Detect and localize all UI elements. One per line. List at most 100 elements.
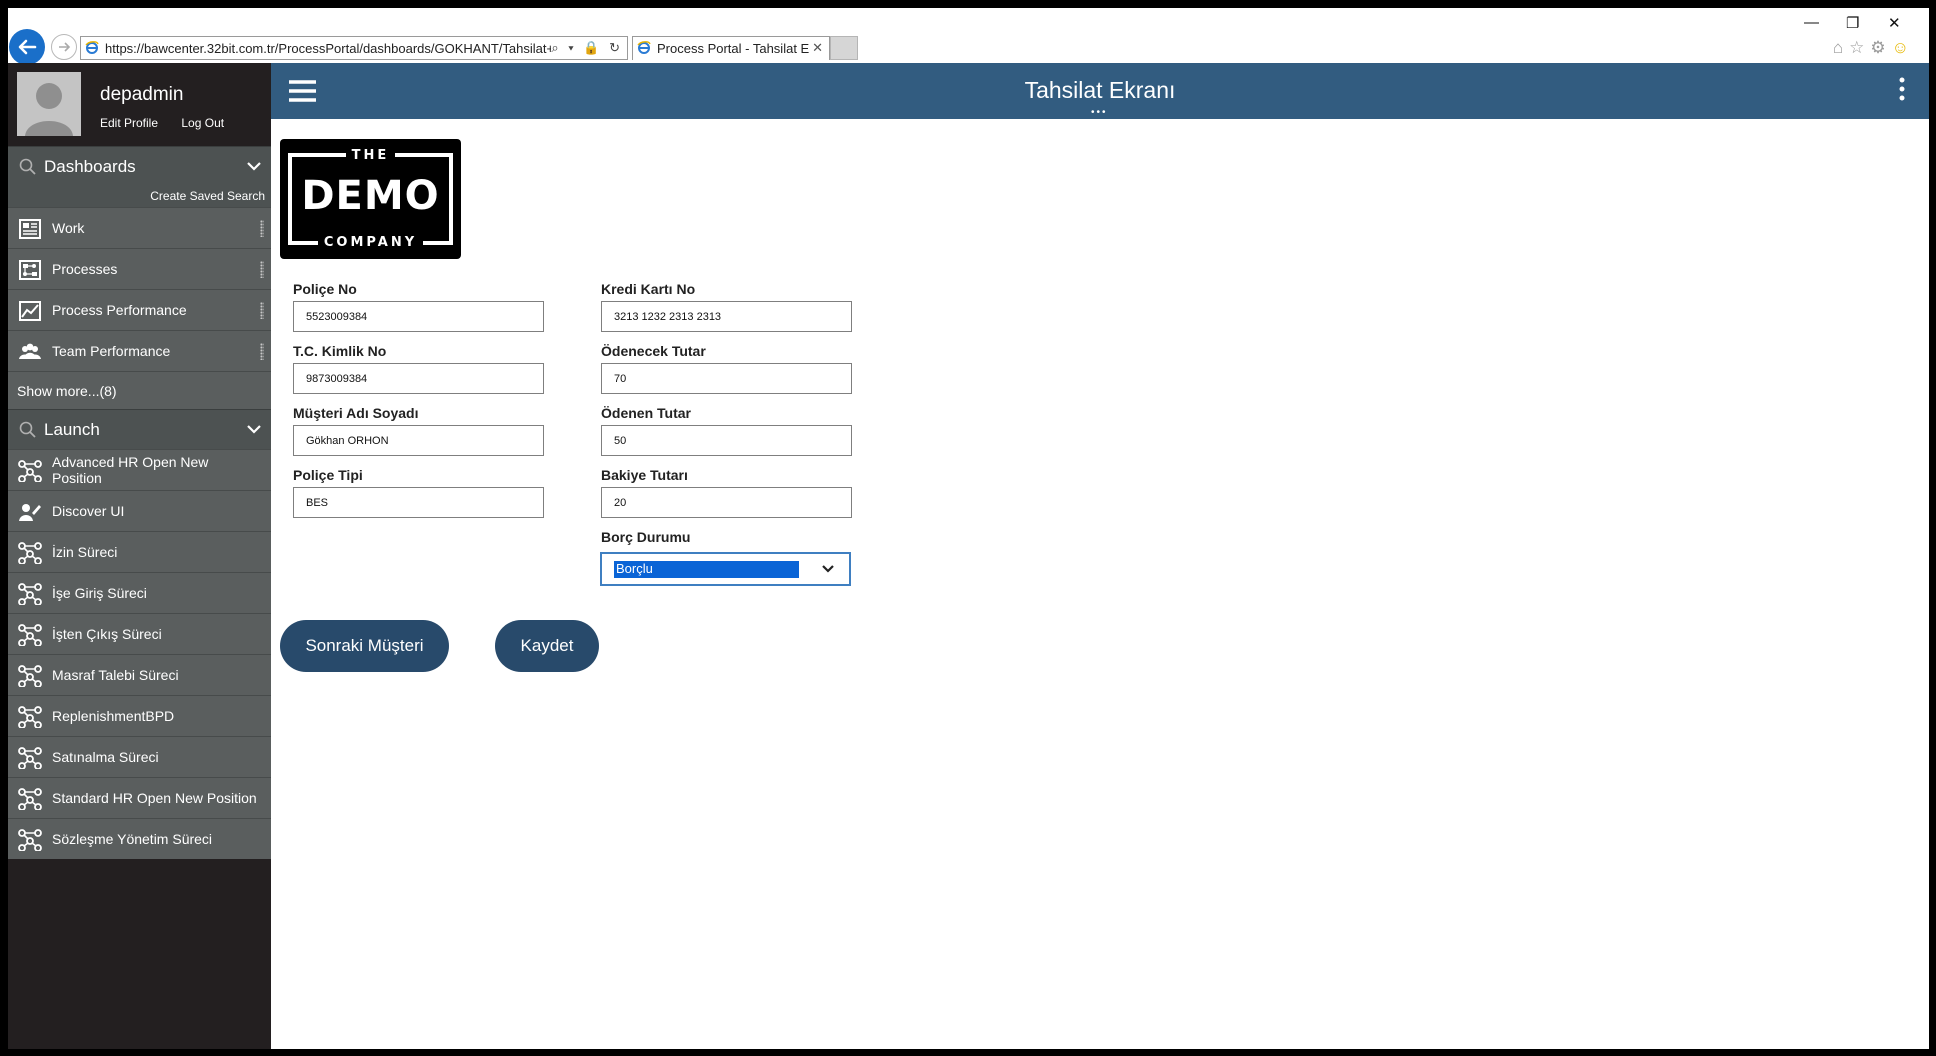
launch-item-label: Sözleşme Yönetim Süreci bbox=[52, 831, 213, 847]
process-flow-icon bbox=[18, 542, 42, 564]
police-tipi-input[interactable]: BES bbox=[293, 487, 544, 518]
odenen-tutar-input[interactable]: 50 bbox=[601, 425, 852, 456]
ie-icon bbox=[637, 41, 651, 54]
drag-handle-icon[interactable] bbox=[260, 343, 264, 360]
forward-button[interactable] bbox=[51, 34, 77, 60]
process-flow-icon bbox=[18, 583, 42, 605]
chevron-down-icon[interactable] bbox=[246, 423, 262, 435]
launch-item-isten-cikis-sureci[interactable]: İşten Çıkış Süreci bbox=[8, 613, 271, 654]
musteri-adi-input[interactable]: Gökhan ORHON bbox=[293, 425, 544, 456]
launch-item-label: Masraf Talebi Süreci bbox=[52, 667, 179, 683]
sidebar-item-process-performance[interactable]: Process Performance bbox=[8, 289, 271, 330]
sidebar-item-label: Work bbox=[52, 220, 85, 236]
process-flow-icon bbox=[18, 829, 42, 851]
police-tipi-group: Poliçe Tipi BES bbox=[293, 467, 544, 518]
launch-item-label: İşe Giriş Süreci bbox=[52, 585, 147, 601]
sidebar-item-label: Team Performance bbox=[52, 343, 171, 359]
drag-handle-icon[interactable] bbox=[260, 220, 264, 237]
launch-item-izin-sureci[interactable]: İzin Süreci bbox=[8, 531, 271, 572]
process-flow-icon bbox=[18, 706, 42, 728]
log-out-link[interactable]: Log Out bbox=[181, 116, 224, 130]
odenecek-tutar-label: Ödenecek Tutar bbox=[601, 343, 706, 359]
sidebar-item-label: Process Performance bbox=[52, 302, 187, 318]
header-ellipsis[interactable]: ••• bbox=[1091, 107, 1108, 118]
favorites-star-icon[interactable]: ☆ bbox=[1849, 38, 1870, 57]
company-logo: THE DEMO COMPANY bbox=[280, 139, 461, 259]
launch-item-sozlesme-yonetim-sureci[interactable]: Sözleşme Yönetim Süreci bbox=[8, 818, 271, 859]
restore-button[interactable]: ❐ bbox=[1846, 14, 1859, 32]
launch-item-satinalma-sureci[interactable]: Satınalma Süreci bbox=[8, 736, 271, 777]
browser-window: https://bawcenter.32bit.com.tr/ProcessPo… bbox=[8, 8, 1929, 1049]
sidebar-item-processes[interactable]: Processes bbox=[8, 248, 271, 289]
url-text: https://bawcenter.32bit.com.tr/ProcessPo… bbox=[105, 41, 551, 56]
launch-item-label: Advanced HR Open New Position bbox=[52, 454, 209, 486]
user-silhouette-icon bbox=[17, 72, 81, 136]
profile-links: Edit Profile Log Out bbox=[100, 116, 244, 130]
tc-kimlik-no-group: T.C. Kimlik No 9873009384 bbox=[293, 343, 544, 394]
logo-the-text: THE bbox=[345, 148, 396, 163]
police-no-group: Poliçe No 5523009384 bbox=[293, 281, 544, 332]
next-customer-button[interactable]: Sonraki Müşteri bbox=[280, 620, 449, 672]
sidebar: depadmin Edit Profile Log Out Dashboards… bbox=[8, 63, 271, 1049]
dashboards-header[interactable]: Dashboards bbox=[8, 146, 271, 186]
logo-company-text: COMPANY bbox=[317, 235, 424, 250]
sidebar-item-work[interactable]: Work bbox=[8, 207, 271, 248]
borc-durumu-select[interactable]: Borçlu bbox=[600, 552, 851, 586]
launch-item-label: İzin Süreci bbox=[52, 544, 118, 560]
close-tab-icon[interactable]: ✕ bbox=[812, 40, 823, 56]
police-no-input[interactable]: 5523009384 bbox=[293, 301, 544, 332]
odenecek-tutar-input[interactable]: 70 bbox=[601, 363, 852, 394]
create-saved-search-link[interactable]: Create Saved Search bbox=[8, 186, 271, 207]
page-header: Tahsilat Ekranı ••• bbox=[271, 63, 1929, 119]
home-icon[interactable]: ⌂ bbox=[1833, 38, 1849, 57]
drag-handle-icon[interactable] bbox=[260, 261, 264, 278]
launch-item-ise-giris-sureci[interactable]: İşe Giriş Süreci bbox=[8, 572, 271, 613]
tc-kimlik-no-input[interactable]: 9873009384 bbox=[293, 363, 544, 394]
process-flow-icon bbox=[18, 460, 42, 482]
chevron-down-icon[interactable] bbox=[246, 160, 262, 172]
logo-demo-text: DEMO bbox=[301, 173, 440, 219]
bakiye-tutari-label: Bakiye Tutarı bbox=[601, 467, 688, 483]
borc-durumu-label: Borç Durumu bbox=[601, 529, 691, 545]
launch-item-standard-hr[interactable]: Standard HR Open New Position bbox=[8, 777, 271, 818]
bakiye-tutari-group: Bakiye Tutarı 20 bbox=[601, 467, 852, 518]
forward-arrow-icon bbox=[59, 42, 71, 52]
back-button[interactable] bbox=[9, 29, 45, 65]
sidebar-item-team-performance[interactable]: Team Performance bbox=[8, 330, 271, 371]
drag-handle-icon[interactable] bbox=[260, 302, 264, 319]
search-icon bbox=[19, 421, 36, 438]
odenen-tutar-label: Ödenen Tutar bbox=[601, 405, 691, 421]
browser-tab[interactable]: Process Portal - Tahsilat Ekr... ✕ bbox=[632, 36, 830, 60]
bakiye-tutari-input[interactable]: 20 bbox=[601, 487, 852, 518]
close-window-button[interactable]: ✕ bbox=[1888, 14, 1901, 32]
kredi-karti-no-input[interactable]: 3213 1232 2313 2313 bbox=[601, 301, 852, 332]
launch-item-discover-ui[interactable]: Discover UI bbox=[8, 490, 271, 531]
feedback-smiley-icon[interactable]: ☺ bbox=[1892, 38, 1915, 57]
save-button[interactable]: Kaydet bbox=[495, 620, 599, 672]
kebab-menu-icon[interactable] bbox=[1899, 77, 1905, 101]
address-tools[interactable]: ⌕ ▾ 🔒 ↻ bbox=[551, 40, 623, 56]
process-flow-icon bbox=[18, 747, 42, 769]
line-chart-icon bbox=[19, 301, 41, 321]
police-no-label: Poliçe No bbox=[293, 281, 357, 297]
address-bar[interactable]: https://bawcenter.32bit.com.tr/ProcessPo… bbox=[80, 36, 628, 60]
launch-item-replenishmentbpd[interactable]: ReplenishmentBPD bbox=[8, 695, 271, 736]
launch-item-label: İşten Çıkış Süreci bbox=[52, 626, 162, 642]
sidebar-item-label: Processes bbox=[52, 261, 118, 277]
search-icon bbox=[19, 158, 36, 175]
launch-item-label: ReplenishmentBPD bbox=[52, 708, 175, 724]
username: depadmin bbox=[100, 84, 184, 105]
launch-item-masraf-talebi-sureci[interactable]: Masraf Talebi Süreci bbox=[8, 654, 271, 695]
chevron-down-icon[interactable] bbox=[821, 564, 835, 574]
settings-gear-icon[interactable]: ⚙ bbox=[1870, 38, 1891, 57]
edit-profile-link[interactable]: Edit Profile bbox=[100, 116, 158, 130]
borc-durumu-selected-value: Borçlu bbox=[614, 561, 799, 578]
process-flow-icon bbox=[18, 788, 42, 810]
launch-header[interactable]: Launch bbox=[8, 409, 271, 449]
minimize-button[interactable]: — bbox=[1804, 14, 1819, 31]
launch-item-advanced-hr[interactable]: Advanced HR Open New Position bbox=[8, 449, 271, 490]
tc-kimlik-no-label: T.C. Kimlik No bbox=[293, 343, 387, 359]
new-tab-button[interactable] bbox=[830, 36, 858, 60]
show-more-link[interactable]: Show more...(8) bbox=[8, 371, 271, 409]
kredi-karti-no-label: Kredi Kartı No bbox=[601, 281, 696, 297]
